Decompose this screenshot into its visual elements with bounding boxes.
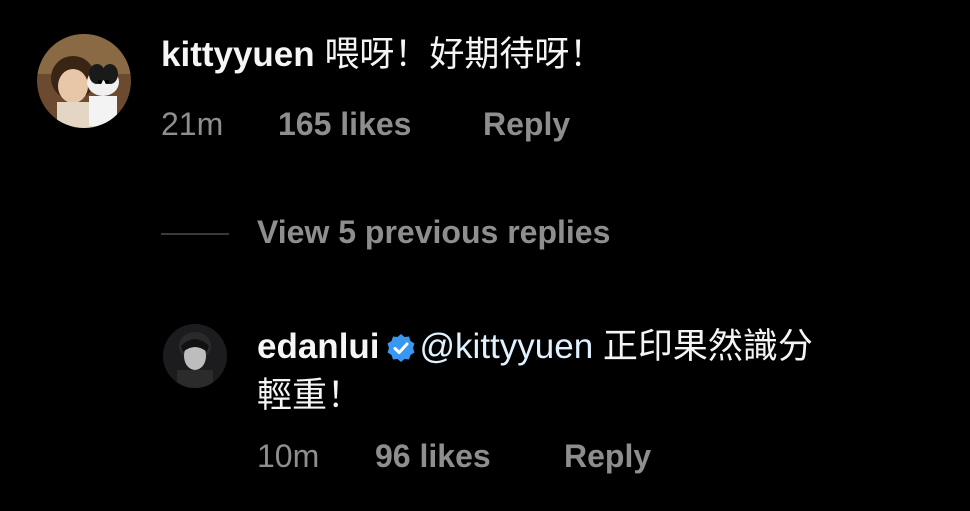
reply-time: 10m xyxy=(257,438,320,474)
reply-body-line-1: 正印果然識分 xyxy=(602,327,813,366)
verified-badge-icon xyxy=(386,330,416,374)
comment-likes[interactable]: 165 likes xyxy=(278,106,411,143)
view-previous-replies-button[interactable]: View 5 previous replies xyxy=(257,214,610,251)
avatar-image xyxy=(37,34,131,128)
replies-divider xyxy=(161,233,229,235)
comment-text: kittyyuen 喂呀！好期待呀！ xyxy=(161,33,951,77)
comment-body: 喂呀！好期待呀！ xyxy=(324,35,605,74)
reply-text-line-1: edanlui @kittyyuen 正印果然識分 xyxy=(257,325,957,374)
reply-mention[interactable]: @kittyyuen xyxy=(420,327,594,366)
reply-username[interactable]: edanlui xyxy=(257,327,380,366)
reply-text: edanlui @kittyyuen 正印果然識分 輕重！ xyxy=(257,325,957,418)
reply-reply-button[interactable]: Reply xyxy=(564,438,651,475)
comment-time: 21m xyxy=(161,106,224,142)
comment-reply-button[interactable]: Reply xyxy=(483,106,570,143)
reply-meta: 10m 96 likes Reply xyxy=(257,438,857,478)
avatar-edanlui[interactable] xyxy=(163,324,227,388)
avatar-kittyyuen[interactable] xyxy=(37,34,131,128)
comment-username[interactable]: kittyyuen xyxy=(161,35,315,74)
reply-likes[interactable]: 96 likes xyxy=(375,438,491,475)
avatar-image xyxy=(163,324,227,388)
reply-body-line-2: 輕重！ xyxy=(257,376,363,415)
comment-meta: 21m 165 likes Reply xyxy=(161,106,861,146)
